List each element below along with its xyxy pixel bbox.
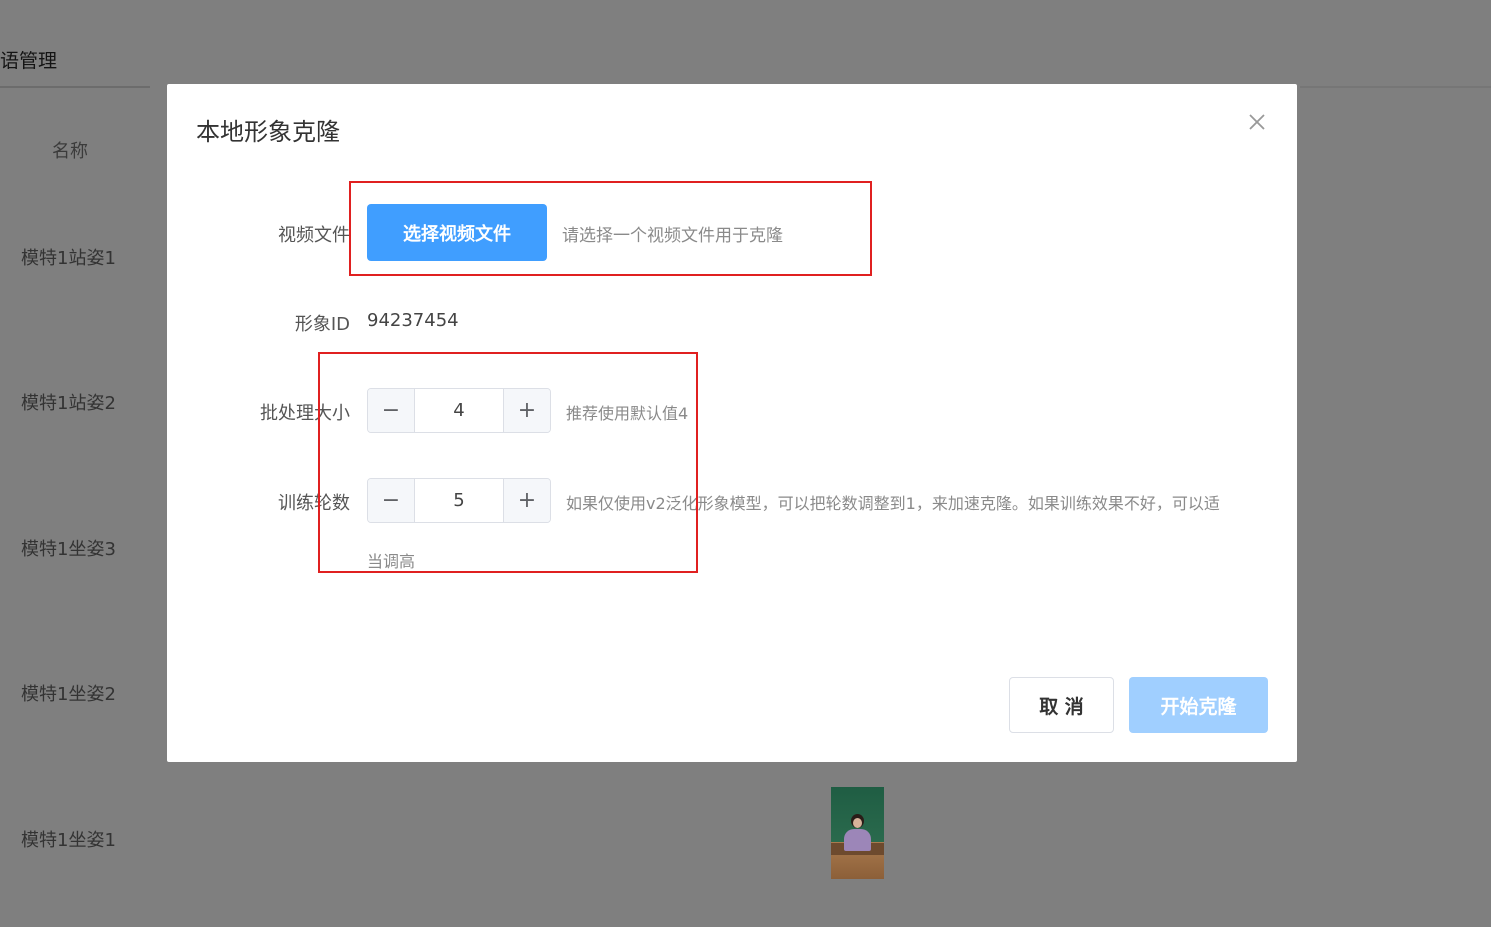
select-video-button[interactable]: 选择视频文件	[367, 204, 547, 261]
close-icon[interactable]	[1245, 110, 1269, 134]
avatar-id-value: 94237454	[367, 310, 459, 331]
table-row-name: 模特1站姿1	[21, 248, 116, 269]
column-header-name: 名称	[52, 141, 88, 162]
epochs-label: 训练轮数	[278, 493, 350, 514]
epochs-hint: 如果仅使用v2泛化形象模型，可以把轮数调整到1，来加速克隆。如果训练效果不好，可…	[566, 494, 1220, 513]
avatar-id-label: 形象ID	[294, 314, 350, 335]
close-icon-glyph	[1249, 114, 1265, 130]
batch-size-label: 批处理大小	[260, 403, 350, 424]
batch-size-input[interactable]	[415, 389, 503, 432]
table-row-name: 模特1坐姿2	[21, 684, 116, 705]
cancel-button[interactable]: 取 消	[1009, 677, 1114, 733]
epochs-stepper: − +	[367, 478, 551, 523]
batch-size-decrement-button[interactable]: −	[368, 389, 415, 432]
batch-size-hint: 推荐使用默认值4	[566, 404, 689, 423]
epochs-increment-button[interactable]: +	[503, 479, 550, 522]
start-clone-button[interactable]: 开始克隆	[1129, 677, 1268, 733]
page-section-title: 语管理	[0, 50, 58, 72]
epochs-decrement-button[interactable]: −	[368, 479, 415, 522]
header-divider	[1300, 86, 1491, 88]
avatar-thumbnail	[831, 787, 884, 879]
table-row-name: 模特1站姿2	[21, 393, 116, 414]
table-row-name: 模特1坐姿3	[21, 539, 116, 560]
highlight-box-params	[318, 352, 698, 573]
epochs-input[interactable]	[415, 479, 503, 522]
table-row-name: 模特1坐姿1	[21, 830, 116, 851]
clone-dialog: 本地形象克隆 视频文件 选择视频文件 请选择一个视频文件用于克隆 形象ID 94…	[167, 84, 1297, 762]
dialog-title: 本地形象克隆	[196, 118, 340, 146]
thumbnail-person-face	[853, 818, 862, 828]
batch-size-increment-button[interactable]: +	[503, 389, 550, 432]
video-file-hint: 请选择一个视频文件用于克隆	[562, 226, 783, 246]
video-file-label: 视频文件	[278, 225, 350, 246]
epochs-hint-continued: 当调高	[367, 552, 416, 571]
batch-size-stepper: − +	[367, 388, 551, 433]
thumbnail-person-body	[844, 829, 871, 851]
tab-underline	[0, 86, 150, 88]
